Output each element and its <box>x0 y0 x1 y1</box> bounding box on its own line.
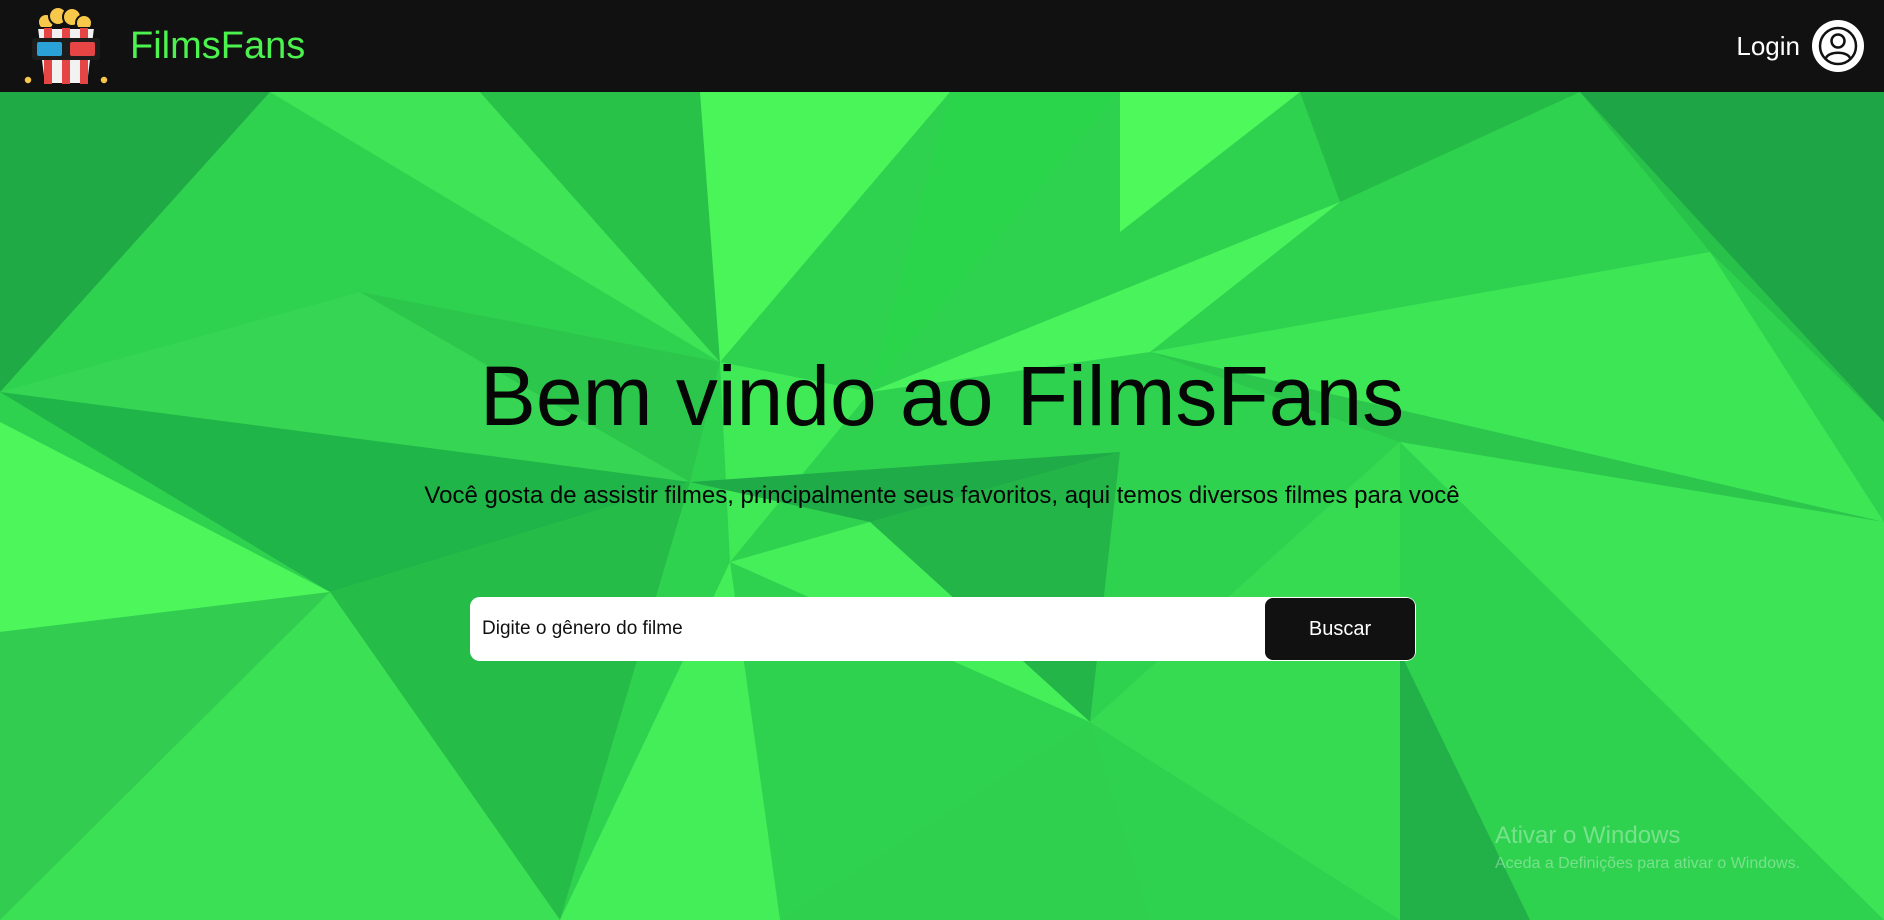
hero-title: Bem vindo ao FilmsFans <box>479 349 1405 443</box>
user-circle-icon <box>1818 26 1858 66</box>
login-link[interactable]: Login <box>1736 31 1800 62</box>
watermark-subtitle: Aceda a Definições para ativar o Windows… <box>1495 854 1801 872</box>
page: FilmsFans Login Bem vindo ao FilmsFans V… <box>0 0 1884 920</box>
user-avatar-button[interactable] <box>1812 20 1864 72</box>
windows-activation-watermark: Ativar o Windows Aceda a Definições para… <box>1495 822 1800 873</box>
brand-name: FilmsFans <box>130 25 306 67</box>
search-input[interactable] <box>470 597 1265 661</box>
nav-right: Login <box>1736 20 1864 72</box>
brand-link[interactable]: FilmsFans <box>22 6 305 86</box>
search-form: Buscar <box>470 597 1416 661</box>
hero-subtitle: Você gosta de assistir filmes, principal… <box>424 482 1460 509</box>
navbar: FilmsFans Login <box>0 0 1884 92</box>
search-button[interactable]: Buscar <box>1265 598 1415 660</box>
popcorn-3d-glasses-icon <box>23 6 109 85</box>
hero-section: Bem vindo ao FilmsFans Você gosta de ass… <box>0 92 1884 920</box>
watermark-title: Ativar o Windows <box>1495 822 1681 849</box>
